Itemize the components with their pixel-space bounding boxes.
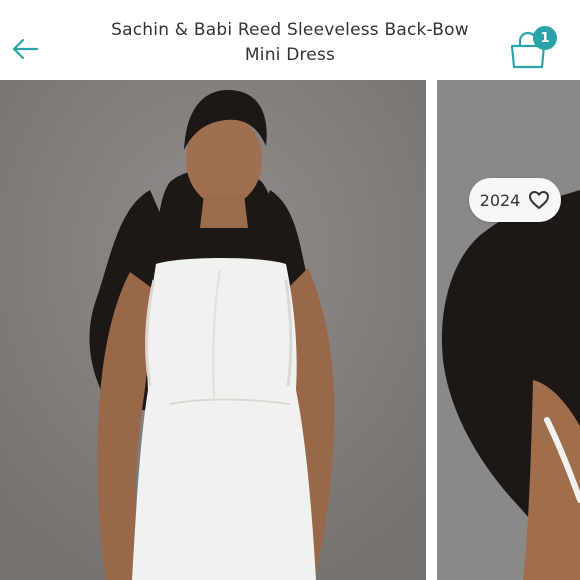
heart-icon: [529, 191, 550, 209]
product-photo-main[interactable]: [0, 80, 426, 580]
product-title: Sachin & Babi Reed Sleeveless Back-Bow M…: [80, 18, 500, 68]
product-photo-next[interactable]: [437, 80, 580, 580]
like-button[interactable]: 2024: [469, 178, 561, 222]
back-arrow-icon: [12, 38, 39, 60]
cart-button[interactable]: 1: [504, 26, 557, 70]
back-button[interactable]: [8, 32, 42, 66]
product-photo-next-illustration: [437, 80, 580, 580]
product-image-carousel[interactable]: 2024: [0, 80, 580, 580]
like-count: 2024: [479, 190, 521, 210]
top-bar: Sachin & Babi Reed Sleeveless Back-Bow M…: [0, 0, 580, 80]
product-title-line-2: Mini Dress: [244, 45, 336, 65]
product-photo-illustration: [0, 80, 426, 580]
product-title-line-1: Sachin & Babi Reed Sleeveless Back-Bow: [111, 20, 469, 40]
cart-count-badge: 1: [533, 26, 557, 50]
